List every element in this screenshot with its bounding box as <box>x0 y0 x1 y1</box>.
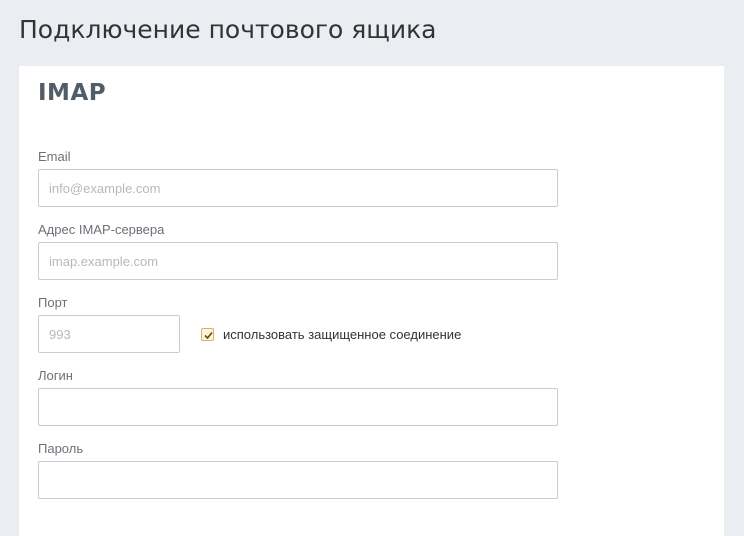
imap-logo: IMAP <box>38 80 107 106</box>
page-title: Подключение почтового ящика <box>19 15 437 44</box>
password-input[interactable] <box>38 461 558 499</box>
port-label: Порт <box>38 295 68 310</box>
password-label: Пароль <box>38 441 84 456</box>
secure-connection-checkbox[interactable] <box>201 327 214 341</box>
secure-connection-label: использовать защищенное соединение <box>223 326 462 342</box>
imap-server-input[interactable] <box>38 242 558 280</box>
login-input[interactable] <box>38 388 558 426</box>
email-input[interactable] <box>38 169 558 207</box>
server-label: Адрес IMAP-сервера <box>38 222 165 237</box>
imap-settings-card: IMAP Email Адрес IMAP-сервера Порт испол… <box>19 66 724 536</box>
checkmark-icon <box>204 331 213 339</box>
port-input[interactable] <box>38 315 180 353</box>
secure-connection-option[interactable]: использовать защищенное соединение <box>201 324 461 344</box>
email-label: Email <box>38 149 71 164</box>
login-label: Логин <box>38 368 73 383</box>
